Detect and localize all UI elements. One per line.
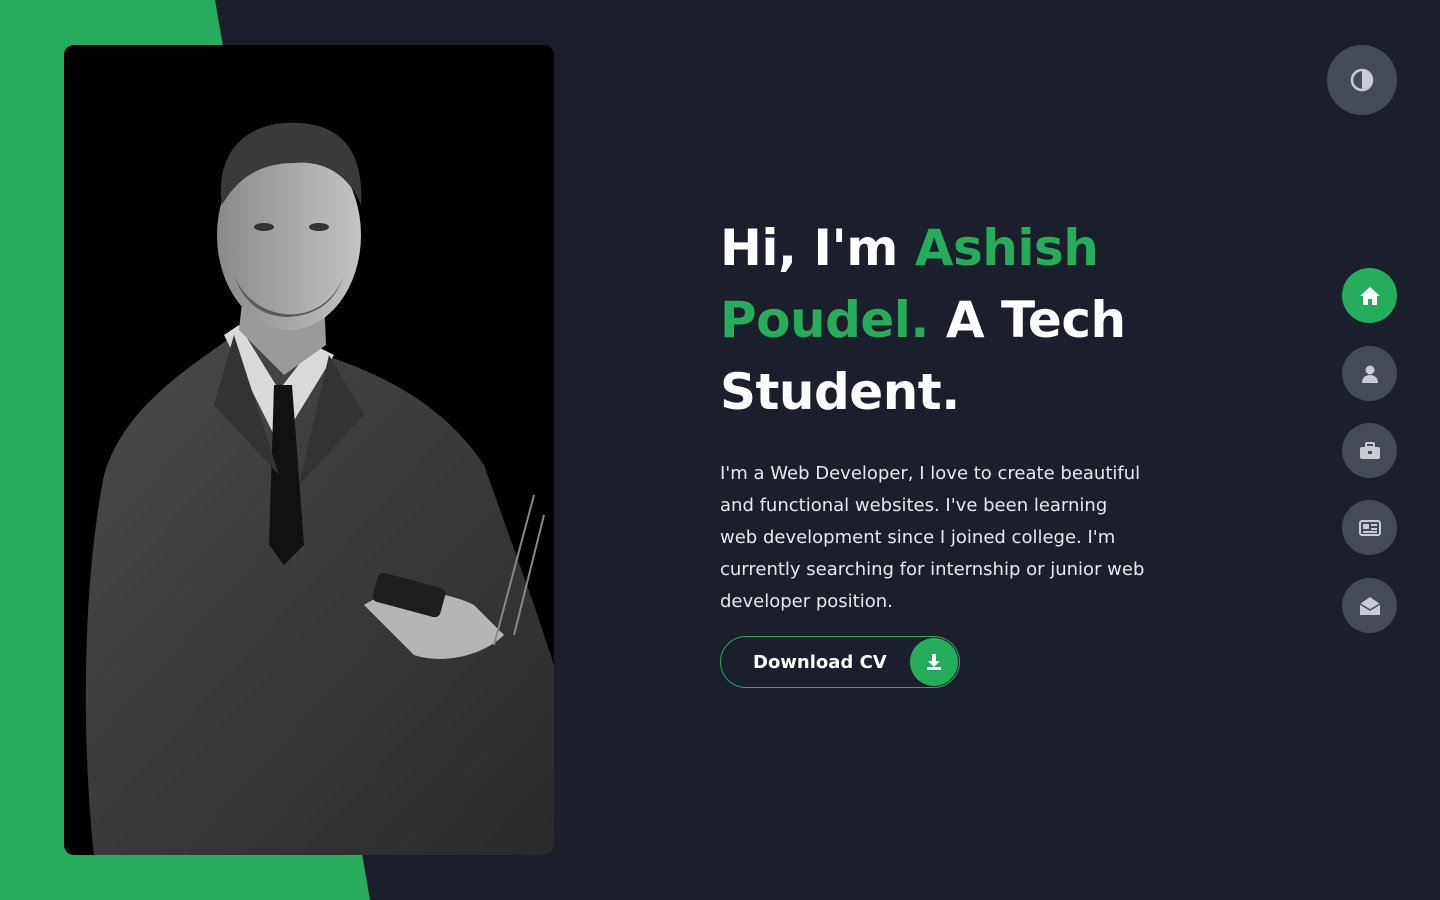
tagline-part-1: A Tech xyxy=(945,291,1126,349)
nav-about-button[interactable] xyxy=(1342,346,1397,401)
user-icon xyxy=(1361,365,1378,383)
nav-portfolio-button[interactable] xyxy=(1342,423,1397,478)
nav-blog-button[interactable] xyxy=(1342,500,1397,555)
intro-paragraph: I'm a Web Developer, I love to create be… xyxy=(720,463,1145,612)
half-circle-contrast-icon xyxy=(1350,68,1374,92)
hero-section: Hi, I'm Ashish Poudel. A Tech Student. I'm… xyxy=(720,212,1200,688)
download-icon xyxy=(910,638,958,686)
nav-home-button[interactable] xyxy=(1342,268,1397,323)
envelope-open-icon xyxy=(1359,596,1380,615)
download-cv-button[interactable]: Download CV xyxy=(720,636,960,688)
download-cv-label: Download CV xyxy=(753,651,887,673)
home-icon xyxy=(1359,286,1380,305)
name-first: Ashish xyxy=(914,219,1099,277)
hero-headline: Hi, I'm Ashish Poudel. A Tech Student. xyxy=(720,212,1200,428)
name-last: Poudel. xyxy=(720,291,929,349)
greeting-text: Hi, I'm xyxy=(720,219,898,277)
theme-toggle-button[interactable] xyxy=(1327,45,1397,115)
nav-contact-button[interactable] xyxy=(1342,578,1397,633)
tagline-part-2: Student. xyxy=(720,363,960,421)
briefcase-icon xyxy=(1359,441,1380,459)
profile-photo xyxy=(64,45,554,855)
newspaper-icon xyxy=(1358,519,1381,536)
